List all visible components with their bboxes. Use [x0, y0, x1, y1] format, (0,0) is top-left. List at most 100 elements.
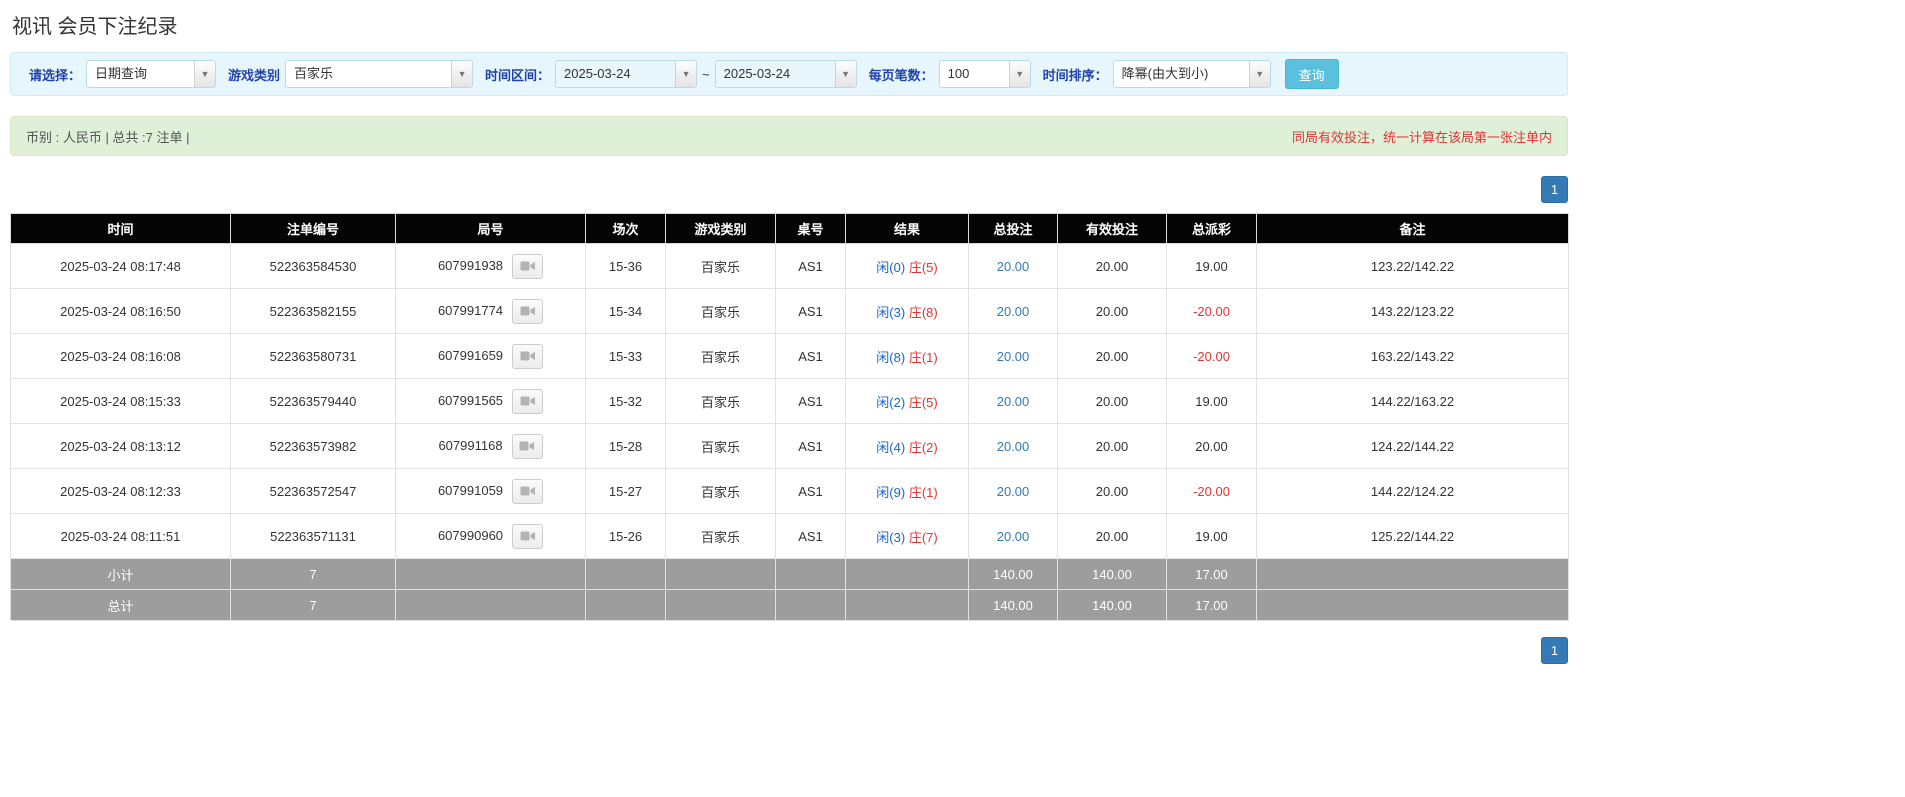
cell-empty — [775, 558, 846, 590]
pagination-bottom: 1 — [10, 637, 1568, 664]
total-count: 7 — [230, 589, 396, 621]
select-type-label: 请选择： — [29, 67, 82, 83]
valid-bet-notice: 同局有效投注，统一计算在该局第一张注单内 — [1291, 129, 1552, 145]
cell-empty — [395, 589, 586, 621]
cell-empty — [1256, 589, 1569, 621]
subtotal-total-bet: 140.00 — [968, 558, 1058, 590]
cell-valid-bet: 20.00 — [1057, 288, 1167, 334]
subtotal-label: 小计 — [10, 558, 231, 590]
header-payout: 总派彩 — [1166, 213, 1257, 244]
table-body: 2025-03-24 08:17:48 522363584530 607991938… — [10, 243, 1569, 559]
video-replay-icon — [519, 441, 535, 451]
video-replay-icon — [520, 531, 535, 541]
cell-table-no: AS1 — [775, 378, 846, 424]
cell-empty — [585, 558, 666, 590]
cell-session: 15-27 — [585, 468, 666, 514]
replay-button[interactable] — [512, 388, 544, 414]
cell-empty — [395, 558, 586, 590]
date-to-select[interactable]: 2025-03-24 ▼ — [714, 60, 857, 88]
header-game-type: 游戏类别 — [665, 213, 776, 244]
pagination-top: 1 — [10, 176, 1568, 203]
cell-time: 2025-03-24 08:13:12 — [10, 423, 231, 469]
query-type-value: 日期查询 — [95, 66, 148, 81]
cell-valid-bet: 20.00 — [1057, 468, 1167, 514]
header-round-no: 局号 — [395, 213, 586, 244]
chevron-down-icon[interactable]: ▼ — [194, 61, 216, 87]
table-row: 2025-03-24 08:12:33 522363572547 607991059… — [10, 468, 1569, 514]
cell-empty — [1256, 558, 1569, 590]
cell-empty — [775, 589, 846, 621]
page-container: 视讯 会员下注纪录 请选择： 日期查询 ▼ 游戏类别 百家乐 ▼ 时间区间： 2… — [10, 0, 1569, 664]
cell-result: 闲(9) 庄(1) — [845, 468, 969, 514]
chevron-down-icon[interactable]: ▼ — [1248, 61, 1270, 87]
query-type-select[interactable]: 日期查询 ▼ — [86, 60, 217, 88]
cell-game-type: 百家乐 — [665, 423, 776, 469]
cell-session: 15-32 — [585, 378, 666, 424]
header-valid-bet: 有效投注 — [1057, 213, 1167, 244]
page-size-select[interactable]: 100 ▼ — [938, 60, 1031, 88]
result-banker: 庄(8) — [908, 304, 938, 320]
header-table-no: 桌号 — [775, 213, 846, 244]
cell-round-no: 607991659 — [395, 333, 586, 379]
cell-result: 闲(0) 庄(5) — [845, 243, 969, 289]
result-banker: 庄(1) — [908, 349, 938, 365]
cell-total-bet: 20.00 — [968, 423, 1058, 469]
chevron-down-icon[interactable]: ▼ — [834, 61, 856, 87]
date-from-select[interactable]: 2025-03-24 ▼ — [555, 60, 698, 88]
cell-payout: 19.00 — [1166, 513, 1257, 559]
replay-button[interactable] — [512, 298, 544, 324]
round-no-text: 607991059 — [437, 482, 504, 498]
cell-remark: 125.22/144.22 — [1256, 513, 1569, 559]
cell-round-no: 607991168 — [395, 423, 586, 469]
cell-bet-no: 522363582155 — [230, 288, 396, 334]
header-session: 场次 — [585, 213, 666, 244]
result-banker: 庄(5) — [908, 394, 938, 410]
round-no-text: 607991774 — [437, 302, 504, 318]
cell-game-type: 百家乐 — [665, 513, 776, 559]
cell-remark: 144.22/124.22 — [1256, 468, 1569, 514]
cell-result: 闲(3) 庄(8) — [845, 288, 969, 334]
replay-button[interactable] — [512, 523, 544, 549]
cell-result: 闲(3) 庄(7) — [845, 513, 969, 559]
total-row: 总计 7 140.00 140.00 17.00 — [10, 589, 1569, 621]
search-button[interactable]: 查询 — [1284, 59, 1339, 89]
cell-game-type: 百家乐 — [665, 378, 776, 424]
date-from-value: 2025-03-24 — [556, 61, 676, 87]
cell-time: 2025-03-24 08:16:50 — [10, 288, 231, 334]
replay-button[interactable] — [512, 343, 544, 369]
cell-table-no: AS1 — [775, 468, 846, 514]
replay-button[interactable] — [512, 478, 544, 504]
game-type-select[interactable]: 百家乐 ▼ — [285, 60, 474, 88]
date-range-separator: ~ — [702, 66, 710, 82]
header-bet-no: 注单编号 — [230, 213, 396, 244]
round-no-text: 607991168 — [438, 437, 503, 453]
replay-button[interactable] — [511, 433, 543, 459]
header-total-bet: 总投注 — [968, 213, 1058, 244]
cell-valid-bet: 20.00 — [1057, 243, 1167, 289]
cell-empty — [665, 558, 776, 590]
chevron-down-icon[interactable]: ▼ — [451, 61, 473, 87]
cell-result: 闲(4) 庄(2) — [845, 423, 969, 469]
cell-valid-bet: 20.00 — [1057, 423, 1167, 469]
page-1-button[interactable]: 1 — [1541, 176, 1568, 203]
cell-time: 2025-03-24 08:11:51 — [10, 513, 231, 559]
cell-session: 15-36 — [585, 243, 666, 289]
filter-bar: 请选择： 日期查询 ▼ 游戏类别 百家乐 ▼ 时间区间： 2025-03-24 … — [10, 52, 1568, 96]
table-row: 2025-03-24 08:11:51 522363571131 607990960… — [10, 513, 1569, 559]
page-1-button[interactable]: 1 — [1541, 637, 1568, 664]
chevron-down-icon[interactable]: ▼ — [675, 61, 697, 87]
replay-button[interactable] — [512, 253, 544, 279]
cell-remark: 143.22/123.22 — [1256, 288, 1569, 334]
result-player: 闲(0) — [876, 259, 906, 275]
chevron-down-icon[interactable]: ▼ — [1008, 61, 1030, 87]
result-banker: 庄(1) — [908, 484, 938, 500]
cell-table-no: AS1 — [775, 423, 846, 469]
cell-total-bet: 20.00 — [968, 243, 1058, 289]
cell-payout: 19.00 — [1166, 243, 1257, 289]
cell-payout: -20.00 — [1166, 333, 1257, 379]
cell-round-no: 607991938 — [395, 243, 586, 289]
video-replay-icon — [520, 486, 535, 496]
cell-game-type: 百家乐 — [665, 333, 776, 379]
sort-order-select[interactable]: 降幂(由大到小) ▼ — [1112, 60, 1271, 88]
sort-order-label: 时间排序： — [1042, 67, 1108, 83]
